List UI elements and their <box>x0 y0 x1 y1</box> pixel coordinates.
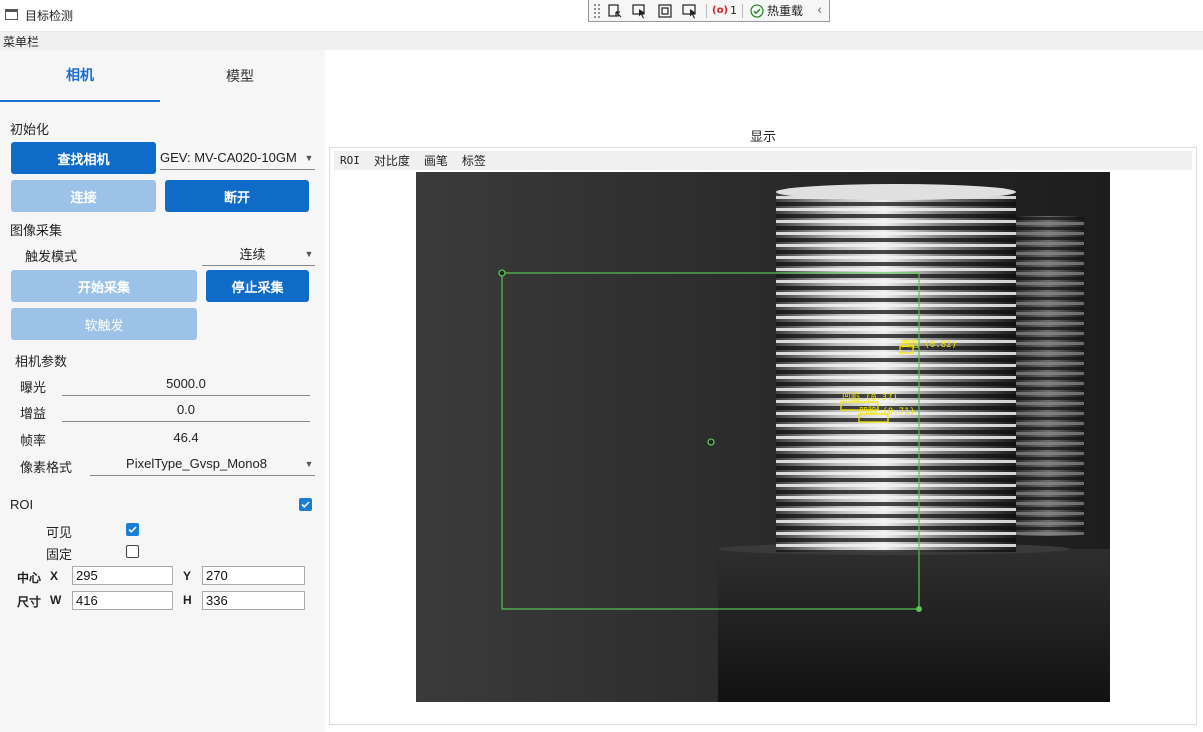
app-window-icon <box>5 9 18 20</box>
start-acquisition-button[interactable]: 开始采集 <box>11 270 197 302</box>
trigger-mode-label: 触发模式 <box>25 249 78 264</box>
roi-handle-bottom-right[interactable] <box>916 606 922 612</box>
find-camera-button[interactable]: 查找相机 <box>11 142 156 174</box>
live-visual-tree-icon[interactable] <box>604 2 626 20</box>
roi-size-label: 尺寸 <box>17 595 42 609</box>
collapse-chevron-icon[interactable]: ‹ <box>817 3 822 18</box>
bolt-base <box>718 549 1110 702</box>
main-bolt-thread <box>776 194 1016 552</box>
roi-w-label: W <box>50 593 62 607</box>
binding-error-count: 1 <box>730 4 738 17</box>
binding-error-icon: (o) <box>712 5 729 16</box>
stop-acquisition-button[interactable]: 停止采集 <box>206 270 309 302</box>
camera-device-select[interactable]: GEV: MV-CA020-10GM ▼ <box>160 146 315 170</box>
label-tool-button[interactable]: 标签 <box>462 152 486 169</box>
roi-h-label: H <box>183 593 192 607</box>
camera-params-section-title: 相机参数 <box>15 354 68 369</box>
rear-bolt-thread <box>1014 216 1084 536</box>
title-bar: 目标检测 (o) 1 热重载 ‹ <box>0 0 1203 32</box>
pixel-format-label: 像素格式 <box>20 460 73 475</box>
hot-reload-button[interactable]: 热重载 <box>750 2 803 19</box>
xaml-debug-toolbar: (o) 1 热重载 ‹ <box>588 0 830 22</box>
roi-x-input[interactable]: 295 <box>72 566 173 585</box>
exposure-label: 曝光 <box>20 380 47 395</box>
binding-failures-indicator[interactable]: (o) 1 <box>712 4 737 17</box>
disconnect-button[interactable]: 断开 <box>165 180 309 212</box>
control-panel: 相机 模型 初始化 查找相机 GEV: MV-CA020-10GM ▼ 连接 断… <box>0 50 325 732</box>
gain-label: 增益 <box>20 406 47 421</box>
roi-y-label: Y <box>183 569 192 583</box>
menu-bar-label[interactable]: 菜单栏 <box>3 33 39 50</box>
select-element-icon[interactable] <box>629 2 651 20</box>
roi-center-label: 中心 <box>17 571 42 585</box>
hot-reload-label: 热重载 <box>767 4 804 18</box>
display-layout-adorners-icon[interactable] <box>654 2 676 20</box>
roi-x-label: X <box>50 569 59 583</box>
framerate-label: 帧率 <box>20 433 47 448</box>
roi-enable-checkbox[interactable] <box>299 498 312 511</box>
chevron-down-icon: ▼ <box>304 458 314 469</box>
chevron-down-icon: ▼ <box>304 152 314 163</box>
display-title: 显示 <box>750 129 777 144</box>
brush-tool-button[interactable]: 画笔 <box>424 152 448 169</box>
gain-field[interactable]: 0.0 <box>62 398 310 422</box>
init-section-title: 初始化 <box>10 122 50 137</box>
tab-camera[interactable]: 相机 <box>0 50 160 102</box>
detection-label: 凹陷 (0.71) <box>859 405 915 417</box>
window-title: 目标检测 <box>25 9 74 23</box>
roi-w-input[interactable]: 416 <box>72 591 173 610</box>
roi-visible-label: 可见 <box>46 525 73 540</box>
roi-h-input[interactable]: 336 <box>202 591 305 610</box>
pixel-format-value: PixelType_Gvsp_Mono8 <box>126 456 267 471</box>
roi-section-title: ROI <box>10 497 34 512</box>
trigger-mode-select[interactable]: 连续 ▼ <box>202 242 315 266</box>
toolbar-grip-icon[interactable] <box>593 2 601 19</box>
detection-label: 凹陷 (0.37) <box>842 391 898 403</box>
pixel-format-select[interactable]: PixelType_Gvsp_Mono8 ▼ <box>90 452 315 476</box>
track-focused-element-icon[interactable] <box>679 2 701 20</box>
camera-image-view[interactable]: 凹陷 (0.82) 凹陷 (0.37) 凹陷 (0.71) <box>416 172 1110 702</box>
roi-fixed-label: 固定 <box>46 547 73 562</box>
roi-center-handle[interactable] <box>707 438 715 446</box>
acquisition-section-title: 图像采集 <box>10 223 63 238</box>
menu-bar: 菜单栏 <box>0 32 1203 50</box>
framerate-field: 46.4 <box>173 429 199 445</box>
trigger-mode-value: 连续 <box>239 247 266 262</box>
contrast-tool-button[interactable]: 对比度 <box>374 152 410 169</box>
roi-fixed-checkbox[interactable] <box>126 545 139 558</box>
roi-y-input[interactable]: 270 <box>202 566 305 585</box>
chevron-down-icon: ▼ <box>304 248 314 259</box>
connect-button[interactable]: 连接 <box>11 180 156 212</box>
toolbar-separator <box>742 3 744 18</box>
main-bolt-top <box>776 184 1016 200</box>
soft-trigger-button[interactable]: 软触发 <box>11 308 197 340</box>
roi-visible-checkbox[interactable] <box>126 523 139 536</box>
detection-label: 凹陷 (0.82) <box>901 338 957 350</box>
check-circle-icon <box>750 3 764 18</box>
camera-device-value: GEV: MV-CA020-10GM <box>160 150 297 165</box>
tab-model[interactable]: 模型 <box>160 50 320 102</box>
roi-tool-button[interactable]: ROI <box>340 154 360 167</box>
roi-handle-top-left[interactable] <box>498 269 506 277</box>
exposure-field[interactable]: 5000.0 <box>62 372 310 396</box>
image-toolbar: ROI 对比度 画笔 标签 <box>334 151 1192 170</box>
toolbar-separator <box>706 3 707 18</box>
